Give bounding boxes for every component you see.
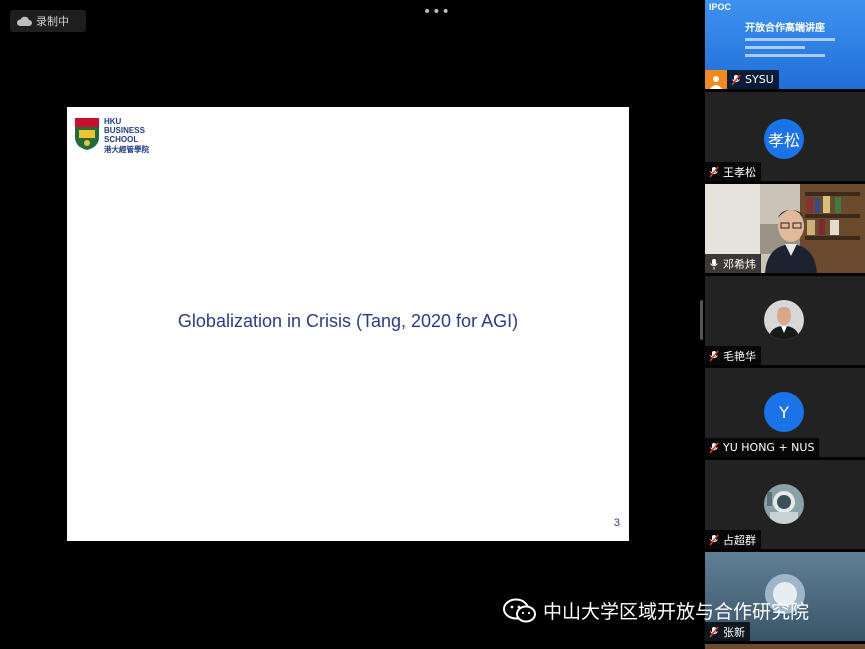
participant-namebar: 占超群 xyxy=(705,530,761,549)
avatar-photo xyxy=(764,484,804,524)
participant-name: 毛艳华 xyxy=(723,349,756,363)
participant-namebar: 邓希炜 xyxy=(705,254,761,273)
logo-line-1: HKU xyxy=(104,117,122,126)
banner-logo: IPOC xyxy=(709,2,732,12)
avatar: 孝松 xyxy=(764,119,804,159)
participant-namebar: SYSU xyxy=(727,70,779,89)
mic-icon xyxy=(710,258,718,269)
avatar: Y xyxy=(764,392,804,432)
shared-slide: HKU BUSINESS SCHOOL 港大經管學院 Globalization… xyxy=(67,107,629,541)
more-dots-icon[interactable]: ••• xyxy=(423,4,451,20)
participant-tile-wang[interactable]: 孝松 王孝松 xyxy=(705,92,865,181)
participant-tile-zhan[interactable]: 占超群 xyxy=(705,460,865,549)
person-icon xyxy=(705,70,727,89)
crest-icon xyxy=(75,118,99,150)
hku-logo: HKU BUSINESS SCHOOL 港大經管學院 xyxy=(74,117,149,154)
participant-name: SYSU xyxy=(745,73,774,86)
banner-title: 开放合作高端讲座 xyxy=(745,23,825,34)
logo-line-3: SCHOOL xyxy=(104,135,139,144)
next-tile-edge xyxy=(705,644,865,649)
logo-chinese: 港大經管學院 xyxy=(104,145,149,154)
participant-name: 王孝松 xyxy=(723,165,756,179)
mic-muted-icon xyxy=(709,442,719,453)
participant-namebar: 毛艳华 xyxy=(705,346,761,365)
participant-tile-sysu[interactable]: IPOC 开放合作高端讲座 SYSU xyxy=(705,0,865,89)
recording-label: 录制中 xyxy=(36,15,69,28)
watermark: 中山大学区域开放与合作研究院 xyxy=(503,597,809,624)
participant-name: 张新 xyxy=(723,625,745,639)
avatar-photo xyxy=(764,300,804,340)
gallery-scrollbar[interactable] xyxy=(700,300,703,340)
participant-name: YU HONG + NUS xyxy=(723,441,815,454)
participant-tile-deng[interactable]: 邓希炜 xyxy=(705,184,865,273)
watermark-text: 中山大学区域开放与合作研究院 xyxy=(543,601,810,623)
participant-namebar: 张新 xyxy=(705,622,750,641)
mic-muted-icon xyxy=(731,74,741,85)
wechat-icon xyxy=(503,598,536,622)
slide-title: Globalization in Crisis (Tang, 2020 for … xyxy=(177,311,519,331)
participant-tile-yu-hong[interactable]: Y YU HONG + NUS xyxy=(705,368,865,457)
slide-page-number: 3 xyxy=(613,517,620,529)
participant-name: 邓希炜 xyxy=(723,257,756,271)
logo-line-2: BUSINESS xyxy=(104,126,145,135)
banner-text-lines xyxy=(745,38,835,62)
mic-muted-icon xyxy=(709,350,719,361)
participant-name: 占超群 xyxy=(723,533,756,547)
mic-muted-icon xyxy=(709,166,719,177)
participant-tile-mao[interactable]: 毛艳华 xyxy=(705,276,865,365)
mic-muted-icon xyxy=(709,626,719,637)
mic-muted-icon xyxy=(709,534,719,545)
recording-indicator[interactable]: 录制中 xyxy=(10,10,86,32)
participant-namebar: 王孝松 xyxy=(705,162,761,181)
participant-namebar: YU HONG + NUS xyxy=(705,438,820,457)
cloud-icon xyxy=(16,16,32,26)
